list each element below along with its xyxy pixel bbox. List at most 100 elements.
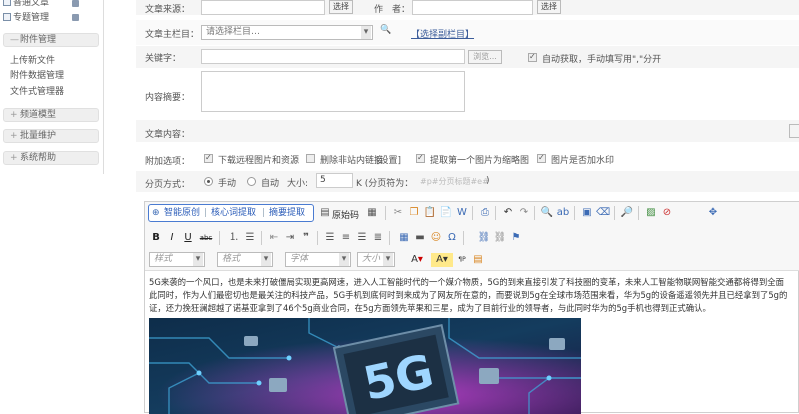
article-edit-icon[interactable] [72, 0, 79, 7]
toolbar-separator [219, 231, 220, 245]
keywords-browse-button[interactable]: 浏览... [468, 50, 502, 64]
outdent-icon[interactable]: ⇤ [267, 231, 281, 245]
strike-icon[interactable]: abc [199, 231, 213, 245]
font-dropdown[interactable]: 字体 [285, 252, 351, 267]
article-form: 文章来源： 选择 作 者： 选择 文章主栏目： 请选择栏目… 🔍 【选择副栏目】… [136, 0, 799, 205]
indent-icon[interactable]: ⇥ [283, 231, 297, 245]
topic-edit-icon[interactable] [72, 14, 79, 21]
print-icon[interactable]: ⎙ [478, 206, 492, 220]
first-image-thumb-checkbox[interactable] [416, 153, 425, 163]
replace-icon[interactable]: ab [556, 206, 570, 220]
content-extra-button[interactable] [789, 124, 799, 138]
toolbar-separator [472, 206, 473, 220]
sub-column-link[interactable]: 【选择副栏目】 [411, 27, 474, 40]
circuit-chip-image: 5G [149, 318, 581, 414]
remove-format-icon[interactable]: ⌫ [596, 206, 610, 220]
sidebar-item-upload[interactable]: 上传新文件 [10, 55, 55, 67]
summary-textarea[interactable] [201, 71, 465, 112]
source-input[interactable] [201, 0, 325, 15]
align-left-icon[interactable]: ☰ [323, 231, 337, 245]
sidebar-item-file-manager[interactable]: 文件式管理器 [10, 86, 64, 98]
column-select[interactable]: 请选择栏目… [201, 25, 373, 40]
bold-icon[interactable]: B [149, 231, 163, 245]
link-settings-link[interactable]: [设置] [376, 153, 401, 166]
author-input[interactable] [412, 0, 533, 15]
paste-icon[interactable]: 📋 [423, 206, 437, 220]
editor-content[interactable]: 5G来袭的一个风口，也是未来打破僵局实现更高网速，进入人工智能时代的一个媒介物质… [149, 276, 799, 315]
watermark-checkbox[interactable] [537, 153, 546, 163]
underline-icon[interactable]: U [181, 231, 195, 245]
size-dropdown[interactable]: 大小 [357, 252, 395, 267]
ordered-list-icon[interactable]: ⒈ [227, 231, 241, 245]
sidebar-item-attachment-data[interactable]: 附件数据管理 [10, 70, 64, 82]
download-remote-checkbox[interactable] [204, 153, 213, 163]
select-all-icon[interactable]: ▣ [580, 206, 594, 220]
paste-text-icon[interactable]: 📄 [439, 206, 453, 220]
unlink-icon[interactable]: ⛓ [493, 231, 507, 245]
keywords-input[interactable] [201, 49, 465, 64]
auto-keywords-checkbox[interactable] [528, 52, 537, 62]
cut-icon[interactable]: ✂ [391, 206, 405, 220]
link-icon[interactable]: ⛓ [477, 231, 491, 245]
format-dropdown[interactable]: 格式 [217, 252, 273, 267]
blockquote-icon[interactable]: ❞ [299, 231, 313, 245]
paging-size-label: 大小: [287, 179, 309, 189]
paging-size-input[interactable]: 5 [316, 173, 353, 188]
smiley-icon[interactable]: ☺ [429, 231, 443, 245]
toolbar-separator [317, 231, 318, 245]
sidebar-item-articles[interactable]: 普通文章 [3, 0, 49, 9]
templates-icon[interactable]: ▦ [365, 206, 379, 220]
content-label: 文章内容： [145, 130, 191, 140]
source-code-icon[interactable]: ▤ [318, 206, 332, 220]
ai-divider-2: | [262, 208, 266, 218]
line-height-icon[interactable]: ¶P [455, 253, 469, 267]
sidebar-section-attachments[interactable]: —附件管理 [3, 33, 99, 47]
sidebar-section-help[interactable]: + 系统帮助 [3, 151, 99, 165]
toolbar-separator [614, 206, 615, 220]
preview-icon[interactable]: 🔎 [620, 206, 634, 220]
first-image-thumb-text: 提取第一个图片为缩略图 [430, 156, 530, 166]
italic-icon[interactable]: I [165, 231, 179, 245]
table-icon[interactable]: ▦ [397, 231, 411, 245]
find-icon[interactable]: 🔍 [540, 206, 554, 220]
sidebar-section-channel-model[interactable]: + 频道模型 [3, 108, 99, 122]
text-color-icon[interactable]: A▾ [406, 253, 428, 267]
image-icon[interactable]: ▨ [644, 206, 658, 220]
paste-word-icon[interactable]: W [455, 206, 469, 220]
flash-icon[interactable]: ⊘ [660, 206, 674, 220]
undo-icon[interactable]: ↶ [501, 206, 515, 220]
summary-extract-button[interactable]: 摘要提取 [269, 206, 305, 220]
ai-original-button[interactable]: 智能原创 [164, 206, 200, 220]
paging-manual-radio[interactable] [204, 177, 213, 186]
article-image[interactable]: 5G [149, 318, 581, 414]
sidebar-item-topics[interactable]: 专题管理 [3, 12, 49, 24]
style-dropdown[interactable]: 样式 [149, 252, 205, 267]
align-center-icon[interactable]: ≡ [339, 231, 353, 245]
remove-links-checkbox[interactable] [306, 154, 315, 163]
horizontal-rule-icon[interactable]: ▬ [413, 231, 427, 245]
redo-icon[interactable]: ↷ [517, 206, 531, 220]
author-select-button[interactable]: 选择 [537, 0, 561, 14]
paging-label: 分页方式： [145, 180, 191, 190]
content-line: 此同时，作为人们最密切也是最关注的科技产品，5G手机到底何时到来成为了网友所在意… [149, 290, 788, 300]
rich-text-editor[interactable]: ⊕ 智能原创 | 核心词提取 | 摘要提取 ▤ 原始码 ▦ ✂ ❐ 📋 📄 W … [144, 201, 799, 414]
search-icon[interactable]: 🔍 [380, 25, 391, 35]
download-remote-text: 下载远程图片和资源 [218, 156, 300, 166]
align-justify-icon[interactable]: ≣ [371, 231, 385, 245]
bullet-list-icon[interactable]: ☰ [243, 231, 257, 245]
special-char-icon[interactable]: Ω [445, 231, 459, 245]
source-code-button[interactable]: 原始码 [332, 208, 359, 221]
align-right-icon[interactable]: ☰ [355, 231, 369, 245]
paging-auto-radio[interactable] [247, 177, 256, 186]
paste-image-icon[interactable]: ▤ [471, 253, 485, 267]
sidebar-section-batch[interactable]: + 批量维护 [3, 129, 99, 143]
maximize-icon[interactable]: ✥ [706, 206, 720, 220]
paging-marker-text: #p#分页标题#e# [420, 177, 489, 186]
bg-color-icon[interactable]: A▾ [431, 253, 453, 267]
content-line: 5G来袭的一个风口，也是未来打破僵局实现更高网速，进入人工智能时代的一个媒介物质… [149, 277, 785, 287]
copy-icon[interactable]: ❐ [407, 206, 421, 220]
keyword-extract-button[interactable]: 核心词提取 [211, 206, 256, 220]
author-label: 作 者： [374, 5, 411, 15]
anchor-icon[interactable]: ⚑ [509, 231, 523, 245]
source-select-button[interactable]: 选择 [329, 0, 353, 14]
